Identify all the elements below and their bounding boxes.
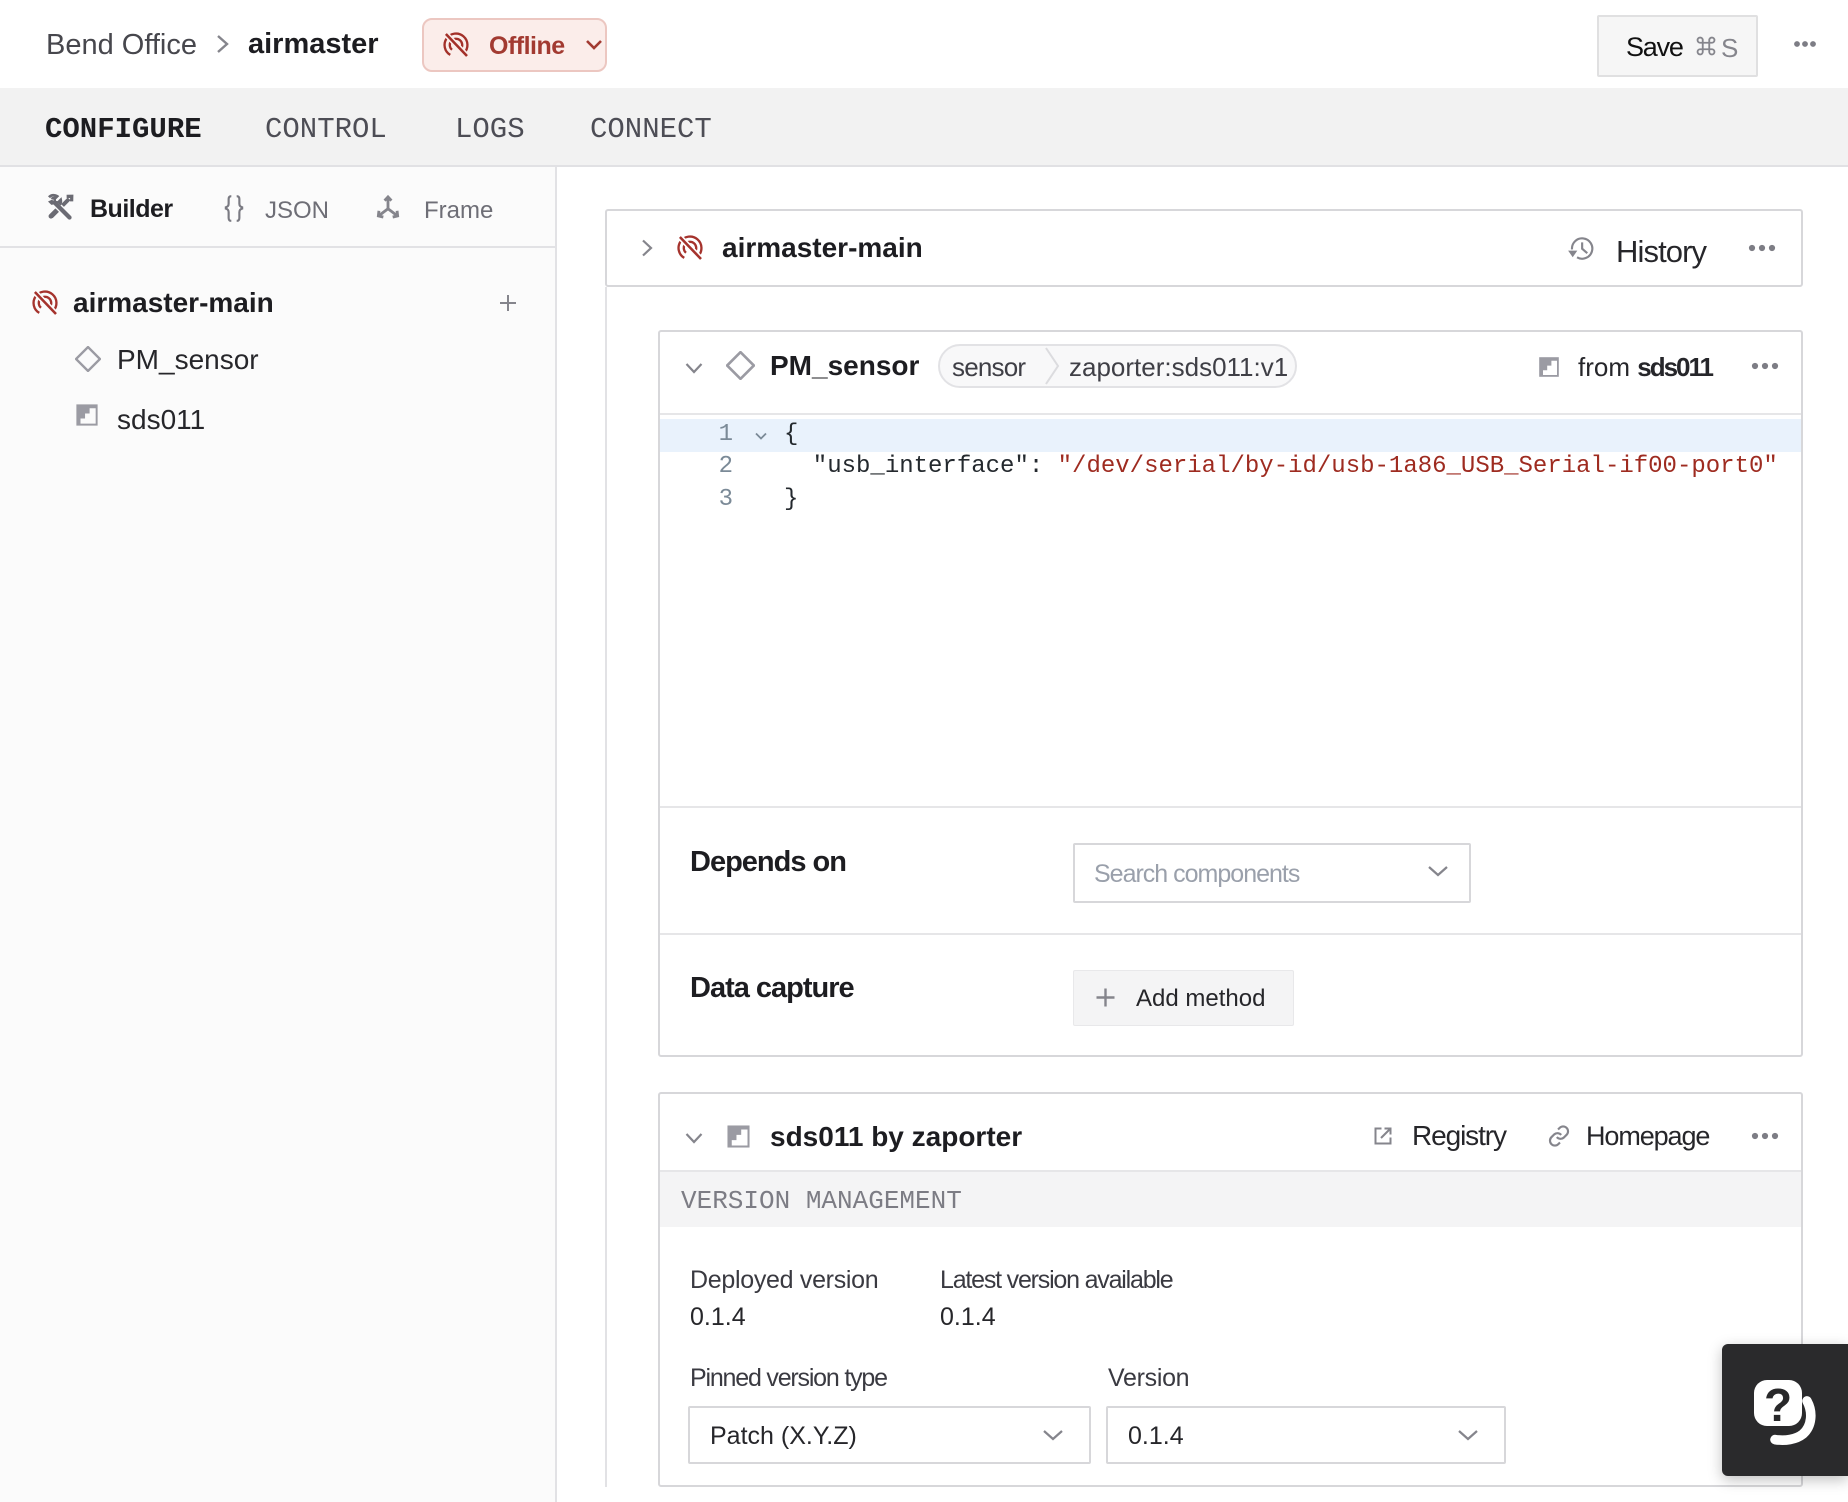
svg-text:?: ? (1764, 1379, 1792, 1431)
